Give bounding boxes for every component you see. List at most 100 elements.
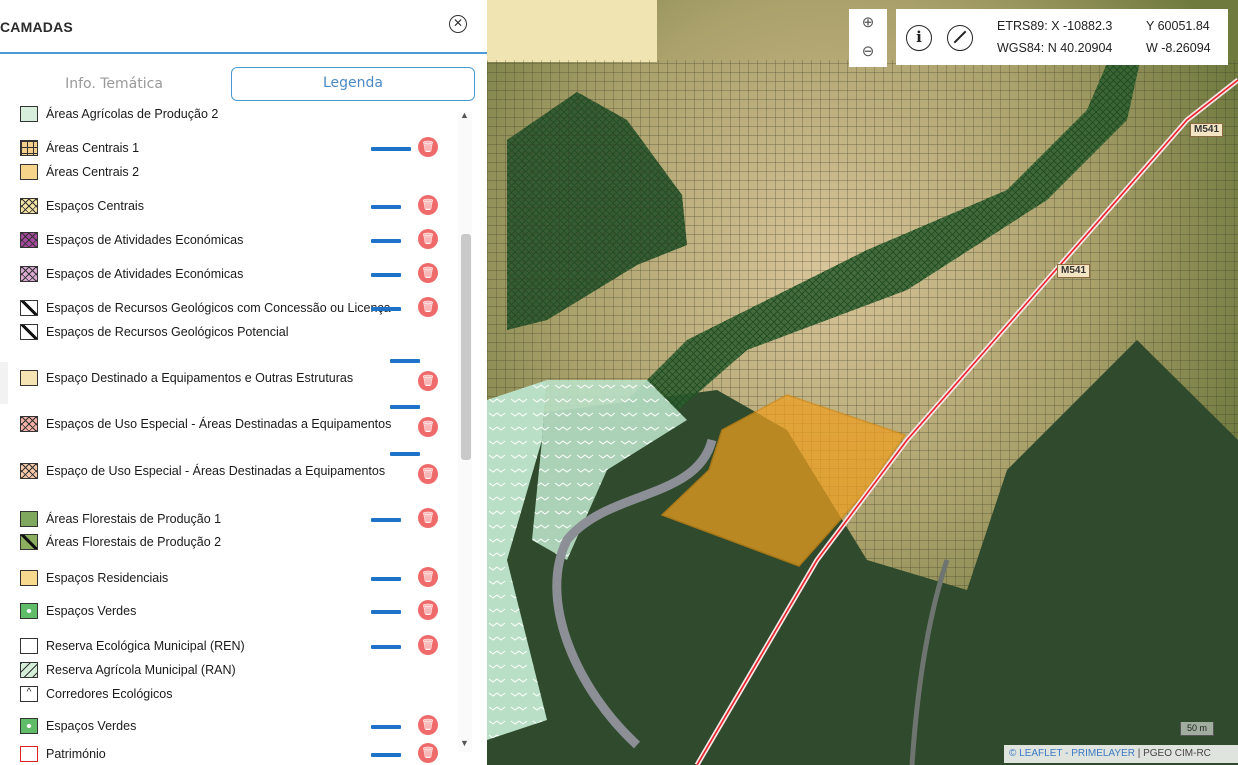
road-label: M541 [1190,123,1224,137]
opacity-slider[interactable] [390,452,420,456]
legend-label: Áreas Agrícolas de Produção 2 [46,107,219,121]
legend-item: Áreas Florestais de Produção 1 🗑 [0,507,452,529]
opacity-slider[interactable] [371,307,401,311]
layer-controls: 🗑 [390,394,452,437]
legend-label: Património [46,747,106,761]
opacity-slider[interactable] [371,725,401,729]
trash-icon[interactable]: 🗑 [418,417,438,437]
legend-swatch [20,106,38,122]
opacity-slider[interactable] [371,610,401,614]
layer-controls: 🗑 [371,228,451,250]
info-icon[interactable]: i [906,25,932,51]
legend-label: Espaços de Recursos Geológicos com Conce… [46,301,391,315]
legend-label: Espaços de Recursos Geológicos Potencial [46,325,289,339]
trash-icon[interactable]: 🗑 [418,600,438,620]
panel-title: CAMADAS [0,19,73,35]
trash-icon[interactable]: 🗑 [418,263,438,283]
legend-item: Espaços Centrais 🗑 [0,194,452,216]
trash-icon[interactable]: 🗑 [418,715,438,735]
legend-item: Espaços Verdes 🗑 [0,714,452,736]
opacity-slider[interactable] [371,273,401,277]
legend-label: Reserva Ecológica Municipal (REN) [46,639,245,653]
trash-icon[interactable]: 🗑 [418,137,438,157]
legend-swatch [20,416,38,432]
opacity-slider[interactable] [390,359,420,363]
scroll-down-arrow-icon[interactable]: ▼ [460,738,469,748]
coordinates-panel: i ETRS89: X -10882.3 Y 60051.84 WGS84: N… [896,9,1228,65]
legend-swatch [20,140,38,156]
zoom-in-icon[interactable]: ⊕ [858,13,878,33]
legend-item: Património 🗑 [0,742,452,764]
trash-icon[interactable]: 🗑 [418,508,438,528]
zoom-out-icon[interactable]: ⊖ [858,42,878,62]
legend-label: Espaços Centrais [46,199,144,213]
attribution-separator: | [1137,748,1141,759]
layer-controls: 🗑 [390,348,452,391]
legend-label: Espaços de Uso Especial - Áreas Destinad… [46,417,392,431]
legend-label: Espaço Destinado a Equipamentos e Outras… [46,371,354,385]
legend-label: Espaços Verdes [46,719,137,733]
legend-label: Corredores Ecológicos [46,687,173,701]
legend-item: Espaços de Atividades Económicas 🗑 [0,262,452,284]
etrs-y-value: Y 60051.84 [1146,19,1210,33]
legend-item: Espaços de Recursos Geológicos com Conce… [0,296,452,318]
scrollbar-thumb[interactable] [461,234,471,460]
legend-item: Espaços de Recursos Geológicos Potencial [0,320,452,342]
opacity-slider[interactable] [371,577,401,581]
legend-item: Espaços Verdes 🗑 [0,599,452,621]
opacity-slider[interactable] [371,147,401,151]
wgs-w-value: W -8.26094 [1146,41,1211,55]
map-canvas [487,0,1238,765]
legend-item: Espaço de Uso Especial - Áreas Destinada… [0,452,452,484]
trash-icon[interactable]: 🗑 [418,195,438,215]
legend-swatch [20,511,38,527]
map-attribution: © LEAFLET - PRIMELAYER | PGEO CIM-RC [1004,745,1238,763]
trash-icon[interactable]: 🗑 [418,297,438,317]
legend-label: Espaços de Atividades Económicas [46,233,244,247]
legend-item: Áreas Centrais 2 [0,160,452,182]
wgs-caption: WGS84: [997,41,1045,55]
legend-swatch [20,718,38,734]
road-label: M541 [1057,264,1091,278]
opacity-slider[interactable] [371,753,401,757]
legend-swatch [20,570,38,586]
legend-list: Áreas Agrícolas de Produção 2 Áreas Centr… [0,102,452,765]
legend-item: Áreas Florestais de Produção 2 [0,530,452,552]
legend-label: Reserva Agrícola Municipal (RAN) [46,663,236,677]
layer-controls: 🗑 [371,634,451,656]
tab-info-tematica[interactable]: Info. Temática [0,67,228,101]
trash-icon[interactable]: 🗑 [418,567,438,587]
trash-icon[interactable]: 🗑 [418,229,438,249]
layers-panel: CAMADAS ✕ Info. Temática Legenda Áreas A… [0,0,487,765]
scroll-up-arrow-icon[interactable]: ▲ [460,110,469,120]
opacity-slider[interactable] [371,645,401,649]
measure-icon[interactable] [947,25,973,51]
layer-controls: 🗑 [371,714,451,736]
close-icon[interactable]: ✕ [449,15,467,33]
opacity-slider[interactable] [371,518,401,522]
legend-item: Áreas Centrais 1 🗑 [0,136,452,158]
legend-swatch [20,370,38,386]
layer-controls: 🗑 [371,507,451,529]
opacity-slider-handle[interactable] [399,147,411,151]
layer-controls: 🗑 [371,136,451,158]
attribution-link[interactable]: © LEAFLET - PRIMELAYER [1009,748,1135,759]
trash-icon[interactable]: 🗑 [418,371,438,391]
map-view[interactable]: M541 M541 ⊕ ⊖ i ETRS89: X -10882.3 Y 600… [487,0,1238,765]
etrs-label: ETRS89: X -10882.3 [997,19,1112,33]
trash-icon[interactable]: 🗑 [418,743,438,763]
opacity-slider[interactable] [371,239,401,243]
layer-controls: 🗑 [371,566,451,588]
legend-item: Áreas Agrícolas de Produção 2 [0,102,452,124]
layer-controls: 🗑 [371,296,451,318]
trash-icon[interactable]: 🗑 [418,464,438,484]
tab-legenda[interactable]: Legenda [231,67,475,101]
trash-icon[interactable]: 🗑 [418,635,438,655]
attribution-source: PGEO CIM-RC [1143,748,1211,759]
legend-label: Espaços de Atividades Económicas [46,267,244,281]
legend-swatch [20,603,38,619]
opacity-slider[interactable] [371,205,401,209]
opacity-slider[interactable] [390,405,420,409]
legend-swatch [20,324,38,340]
legend-swatch [20,662,38,678]
